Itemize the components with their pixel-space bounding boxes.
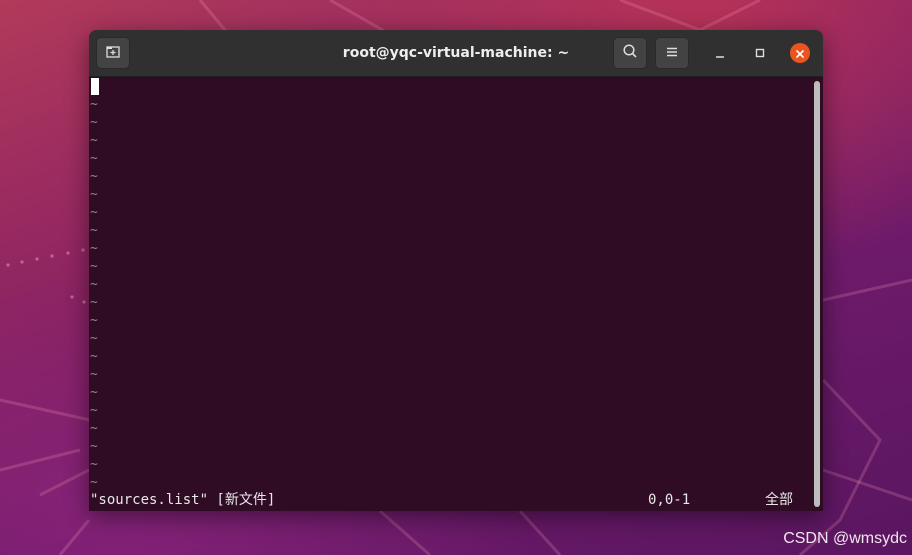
empty-line-marker: ~ bbox=[90, 133, 98, 148]
empty-line-marker: ~ bbox=[90, 259, 98, 274]
empty-line-marker: ~ bbox=[90, 151, 98, 166]
search-icon bbox=[622, 43, 638, 63]
new-tab-icon bbox=[105, 43, 121, 63]
menu-button[interactable] bbox=[655, 37, 689, 69]
empty-line-marker: ~ bbox=[90, 241, 98, 256]
search-button[interactable] bbox=[613, 37, 647, 69]
minimize-button[interactable] bbox=[710, 43, 730, 63]
vim-editor-area[interactable]: ~ ~ ~ ~ ~ ~ ~ ~ ~ ~ ~ ~ ~ ~ ~ ~ ~ ~ ~ ~ … bbox=[89, 77, 813, 511]
new-tab-button[interactable] bbox=[96, 37, 130, 69]
watermark: CSDN @wmsydc bbox=[783, 530, 907, 547]
empty-line-marker: ~ bbox=[90, 457, 98, 472]
status-filename: "sources.list" [新文件] bbox=[90, 492, 276, 508]
empty-line-marker: ~ bbox=[90, 223, 98, 238]
minimize-icon bbox=[714, 44, 726, 63]
status-scroll-indicator: 全部 bbox=[765, 492, 793, 508]
empty-line-marker: ~ bbox=[90, 277, 98, 292]
empty-line-marker: ~ bbox=[90, 97, 98, 112]
empty-line-marker: ~ bbox=[90, 367, 98, 382]
empty-line-marker: ~ bbox=[90, 295, 98, 310]
empty-line-marker: ~ bbox=[90, 187, 98, 202]
empty-line-marker: ~ bbox=[90, 205, 98, 220]
empty-line-marker: ~ bbox=[90, 475, 98, 490]
empty-line-marker: ~ bbox=[90, 349, 98, 364]
maximize-button[interactable] bbox=[750, 43, 770, 63]
empty-line-marker: ~ bbox=[90, 313, 98, 328]
text-cursor bbox=[91, 78, 99, 95]
maximize-icon bbox=[754, 44, 766, 63]
empty-line-marker: ~ bbox=[90, 421, 98, 436]
close-button[interactable] bbox=[790, 43, 810, 63]
empty-line-marker: ~ bbox=[90, 169, 98, 184]
empty-line-marker: ~ bbox=[90, 403, 98, 418]
empty-line-marker: ~ bbox=[90, 439, 98, 454]
hamburger-menu-icon bbox=[665, 44, 679, 63]
empty-line-marker: ~ bbox=[90, 385, 98, 400]
status-cursor-position: 0,0-1 bbox=[648, 492, 691, 508]
window-titlebar[interactable]: root@yqc-virtual-machine: ~ bbox=[89, 30, 823, 77]
terminal-scrollbar[interactable] bbox=[814, 81, 820, 507]
close-icon bbox=[795, 44, 805, 63]
empty-line-marker: ~ bbox=[90, 115, 98, 130]
empty-line-marker: ~ bbox=[90, 331, 98, 346]
terminal-window: root@yqc-virtual-machine: ~ ~ ~ ~ ~ ~ ~ … bbox=[89, 30, 823, 511]
